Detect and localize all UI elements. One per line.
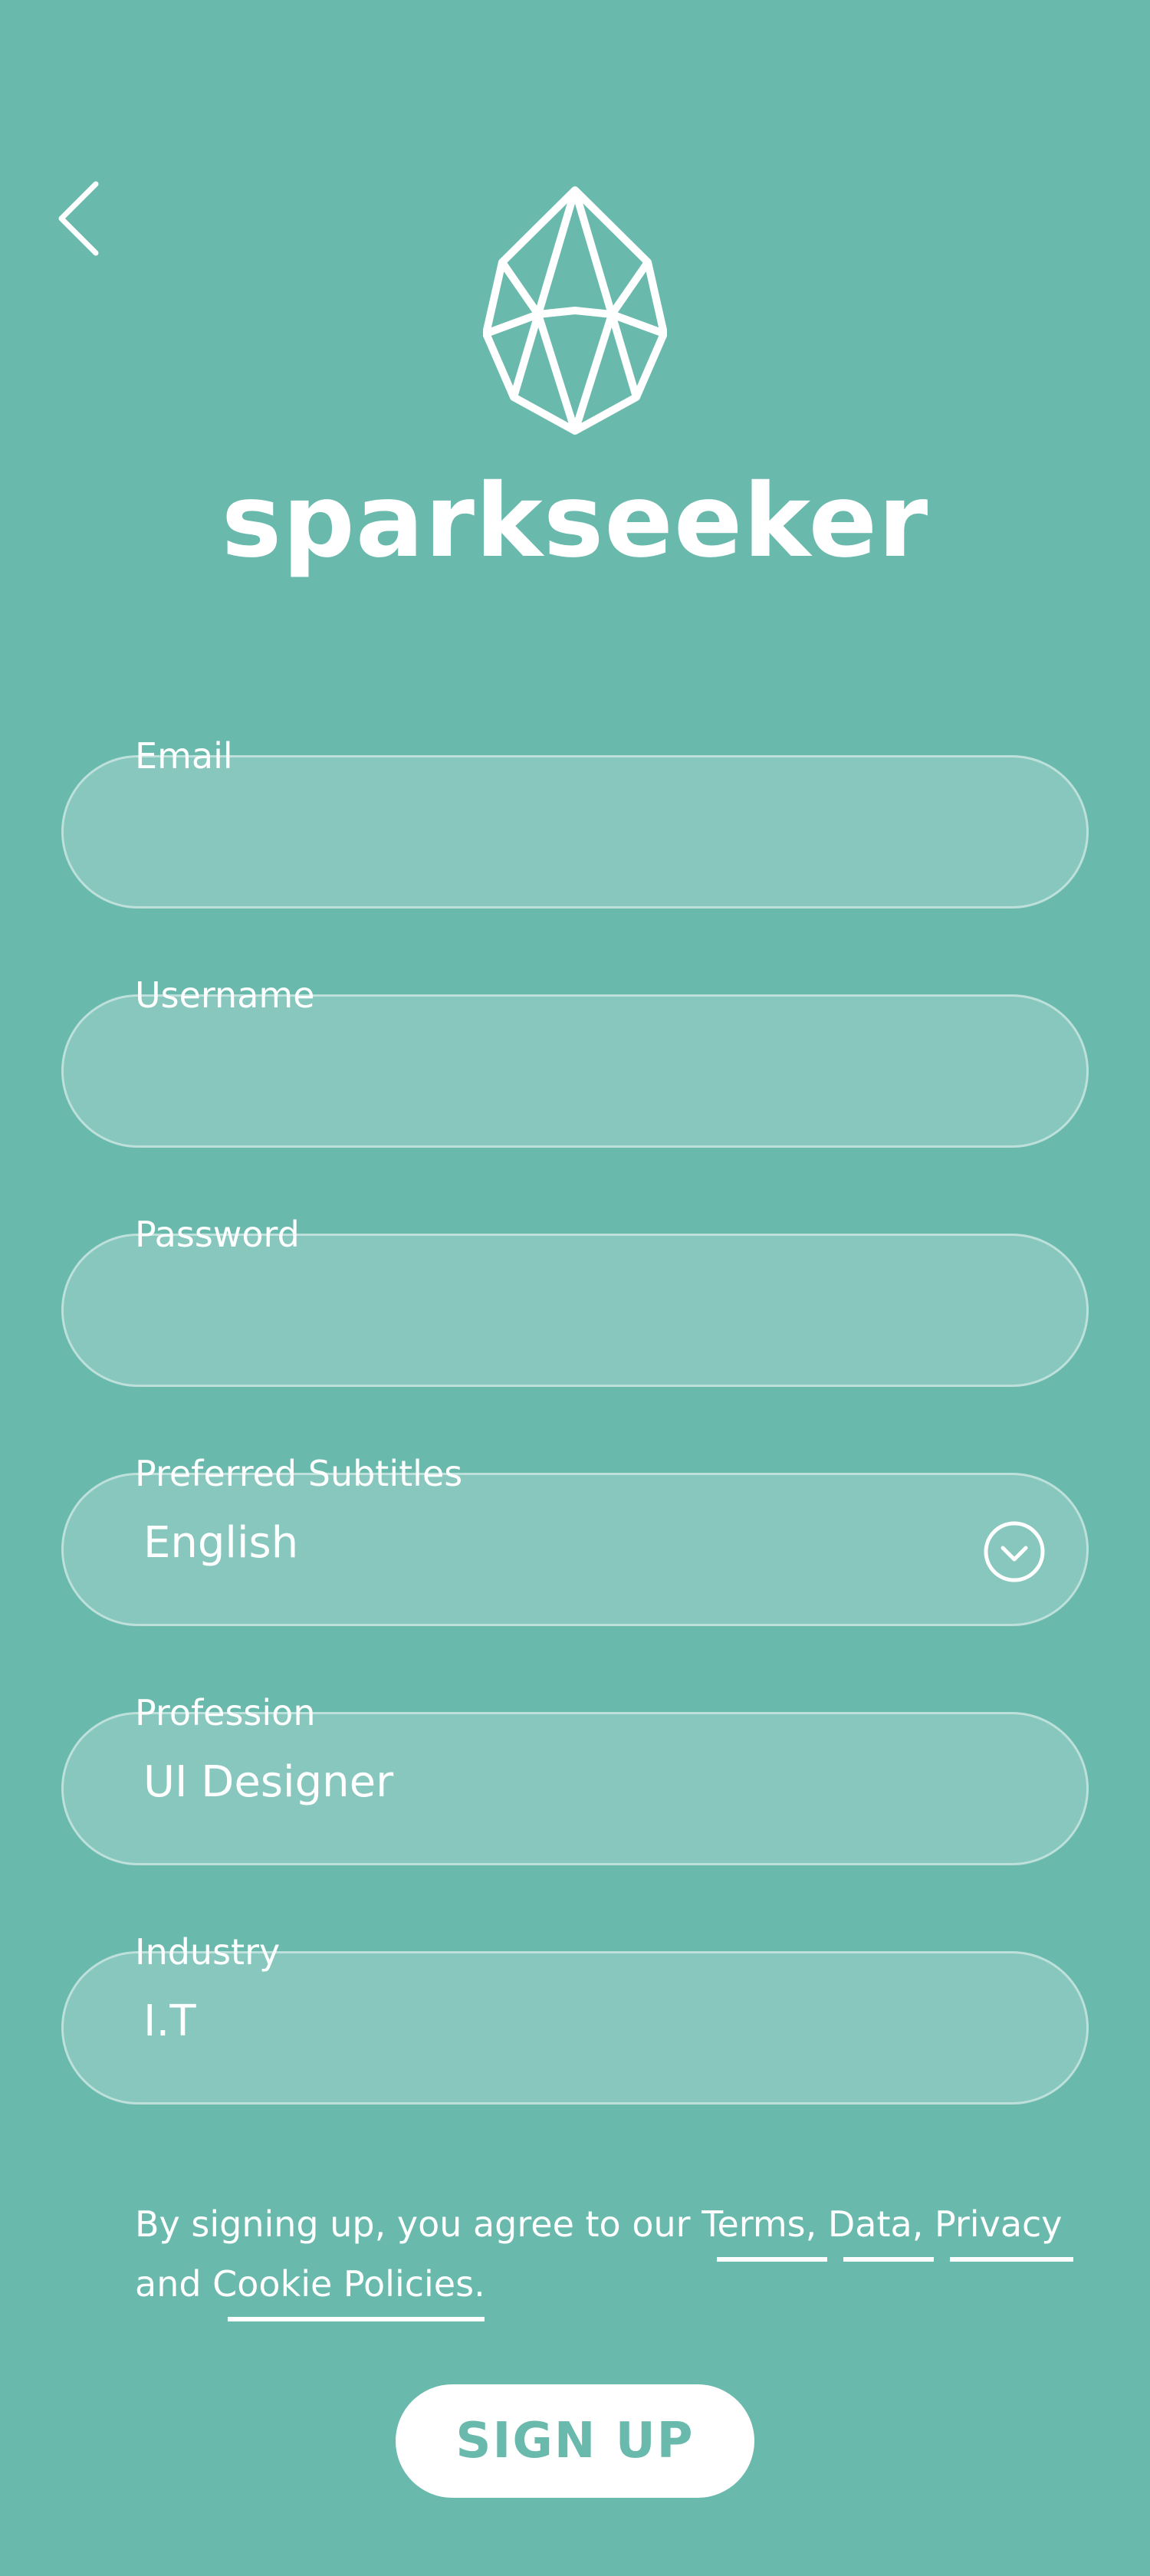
data-link[interactable]: Data,: [828, 2194, 935, 2262]
email-label: Email: [135, 735, 233, 777]
cookie-policies-link[interactable]: Cookie Policies: [212, 2254, 485, 2321]
password-label: Password: [135, 1214, 300, 1255]
password-field[interactable]: [61, 1234, 1089, 1387]
legal-period: .: [474, 2263, 485, 2305]
industry-label: Industry: [135, 1931, 281, 1973]
password-input[interactable]: [140, 1267, 1017, 1345]
email-field[interactable]: [61, 755, 1089, 909]
email-input[interactable]: [140, 788, 1017, 866]
industry-field[interactable]: I.T: [61, 1951, 1089, 2104]
chevron-left-icon: [58, 181, 99, 256]
subtitles-label: Preferred Subtitles: [135, 1453, 463, 1494]
username-input[interactable]: [140, 1027, 1017, 1106]
subtitles-value: English: [143, 1518, 299, 1568]
crystal-drop-logo-icon: [482, 186, 668, 435]
brand-logo: [482, 184, 668, 437]
username-label: Username: [135, 974, 315, 1016]
industry-value: I.T: [143, 1996, 196, 2046]
profession-label: Profession: [135, 1692, 316, 1733]
profession-field[interactable]: UI Designer: [61, 1712, 1089, 1865]
brand-wordmark: sparkseeker: [221, 462, 929, 580]
privacy-link[interactable]: Privacy: [935, 2194, 1073, 2262]
username-field[interactable]: [61, 994, 1089, 1148]
terms-link[interactable]: Terms,: [702, 2194, 828, 2262]
profession-value: UI Designer: [143, 1757, 394, 1807]
legal-consent-text: By signing up, you agree to our Terms, D…: [135, 2194, 1086, 2321]
sign-up-button[interactable]: SIGN UP: [396, 2384, 754, 2498]
legal-prefix: By signing up, you agree to our: [135, 2203, 702, 2245]
chevron-down-circle-icon[interactable]: [982, 1520, 1046, 1584]
back-button[interactable]: [54, 176, 107, 261]
legal-and: and: [135, 2263, 213, 2305]
subtitles-select[interactable]: English: [61, 1473, 1089, 1626]
